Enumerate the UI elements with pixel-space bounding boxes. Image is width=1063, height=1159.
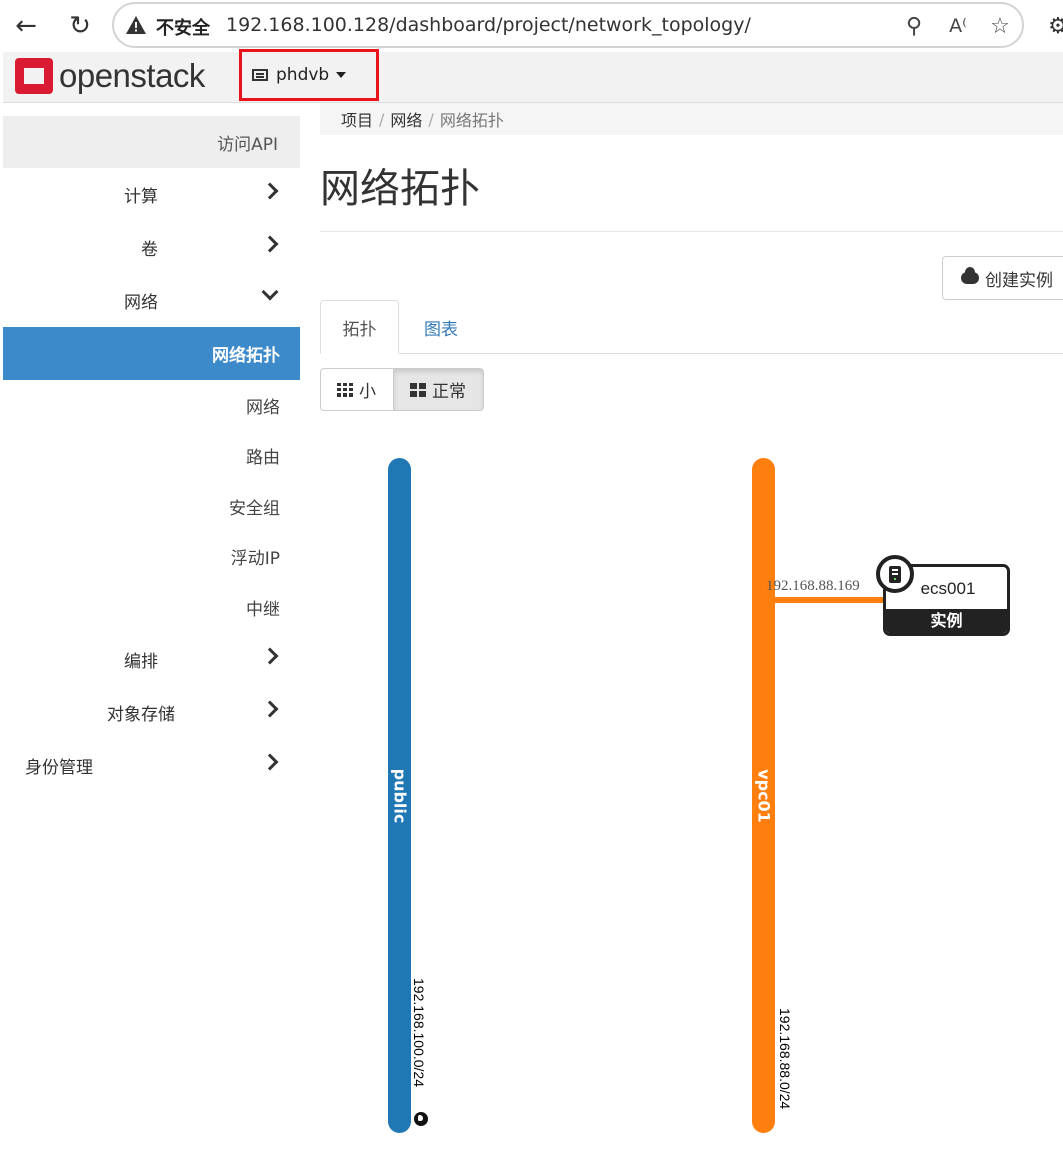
sidebar-item-label: 浮动IP bbox=[230, 549, 280, 570]
sidebar-item-label: 编排 bbox=[124, 651, 158, 672]
view-normal-button[interactable]: 正常 bbox=[394, 368, 484, 411]
instance-name: ecs001 bbox=[920, 579, 976, 598]
page-title: 网络拓扑 bbox=[320, 166, 480, 212]
topology-canvas: public 192.168.100.0/24 vpc01 192.168.88… bbox=[320, 440, 1063, 1159]
chevron-right-icon bbox=[261, 700, 279, 717]
extensions-icon[interactable]: ⚙ bbox=[1040, 8, 1063, 44]
breadcrumb-item-network[interactable]: 网络 bbox=[390, 107, 422, 131]
caret-down-icon bbox=[336, 72, 347, 78]
create-instance-button[interactable]: 创建实例 bbox=[942, 256, 1063, 300]
view-size-toggle: 小 正常 bbox=[320, 368, 484, 411]
browser-toolbar: ← ↻ 不安全 192.168.100.128/dashboard/projec… bbox=[0, 0, 1063, 52]
project-name: phdvb bbox=[276, 65, 330, 85]
tab-bar: 拓扑 图表 bbox=[320, 300, 1063, 354]
read-aloud-icon[interactable]: A⁽ bbox=[944, 12, 972, 40]
sidebar-item-api-access[interactable]: 访问API bbox=[3, 116, 300, 168]
warning-icon bbox=[126, 16, 146, 34]
sidebar-item-trunks[interactable]: 中继 bbox=[3, 582, 300, 633]
sidebar-item-security-groups[interactable]: 安全组 bbox=[3, 481, 300, 532]
create-instance-label: 创建实例 bbox=[985, 270, 1053, 291]
network-name: public bbox=[390, 768, 409, 824]
tab-graph[interactable]: 图表 bbox=[410, 300, 472, 354]
sidebar-group-identity[interactable]: 身份管理 bbox=[3, 739, 300, 792]
network-cidr: 192.168.100.0/24 bbox=[411, 978, 427, 1087]
sidebar-group-volumes[interactable]: 卷 bbox=[3, 221, 300, 274]
cloud-upload-icon bbox=[961, 267, 979, 284]
divider bbox=[320, 231, 1063, 232]
grid-large-icon bbox=[410, 382, 426, 397]
sidebar-item-label: 对象存储 bbox=[107, 704, 175, 725]
view-small-button[interactable]: 小 bbox=[320, 368, 394, 411]
breadcrumb: 项目 / 网络 / 网络拓扑 bbox=[320, 103, 1063, 135]
sidebar-item-routers[interactable]: 路由 bbox=[3, 431, 300, 482]
port-link[interactable] bbox=[775, 597, 887, 603]
grid-small-icon bbox=[337, 382, 353, 397]
sidebar-item-label: 网络 bbox=[124, 293, 158, 313]
chevron-right-icon bbox=[261, 235, 279, 253]
sidebar-item-label: 路由 bbox=[246, 448, 280, 469]
breadcrumb-separator: / bbox=[379, 109, 385, 129]
url-text[interactable]: 192.168.100.128/dashboard/project/networ… bbox=[226, 14, 751, 36]
chevron-down-icon bbox=[261, 283, 279, 301]
insecure-label: 不安全 bbox=[156, 18, 210, 39]
sidebar-item-label: 网络 bbox=[246, 397, 280, 418]
sidebar: 访问API 计算 卷 网络 网络拓扑 网络 路由 安全组 浮动IP 中继 编排 … bbox=[3, 116, 300, 792]
favorite-star-icon[interactable]: ☆ bbox=[986, 12, 1014, 40]
openstack-logo[interactable]: openstack bbox=[15, 57, 205, 95]
view-normal-label: 正常 bbox=[432, 382, 466, 402]
sidebar-item-label: 网络拓扑 bbox=[212, 346, 280, 366]
chevron-right-icon bbox=[261, 647, 279, 664]
globe-icon bbox=[414, 1112, 428, 1126]
chevron-right-icon bbox=[261, 753, 279, 770]
reload-icon[interactable]: ↻ bbox=[62, 8, 98, 44]
sidebar-item-label: 计算 bbox=[124, 187, 158, 207]
network-cidr: 192.168.88.0/24 bbox=[777, 1008, 793, 1110]
breadcrumb-item-project[interactable]: 项目 bbox=[341, 107, 373, 131]
sidebar-group-network[interactable]: 网络 bbox=[3, 274, 300, 327]
port-ip-label: 192.168.88.169 bbox=[766, 578, 860, 594]
instance-type-label: 实例 bbox=[886, 609, 1007, 633]
sidebar-group-orchestration[interactable]: 编排 bbox=[3, 633, 300, 686]
breadcrumb-item-current: 网络拓扑 bbox=[439, 111, 504, 130]
project-selector[interactable]: phdvb bbox=[239, 49, 379, 101]
project-list-icon bbox=[252, 69, 268, 81]
sidebar-group-object-store[interactable]: 对象存储 bbox=[3, 686, 300, 739]
logo-text: openstack bbox=[59, 57, 205, 94]
back-arrow-icon[interactable]: ← bbox=[8, 8, 44, 44]
instance-node[interactable]: ecs001 实例 bbox=[876, 555, 1010, 636]
openstack-logo-mark bbox=[15, 58, 53, 94]
sidebar-group-compute[interactable]: 计算 bbox=[3, 168, 300, 221]
view-small-label: 小 bbox=[359, 382, 376, 402]
address-bar[interactable]: 不安全 192.168.100.128/dashboard/project/ne… bbox=[112, 2, 1024, 48]
chevron-right-icon bbox=[261, 182, 279, 200]
network-name: vpc01 bbox=[754, 769, 773, 823]
tab-topology[interactable]: 拓扑 bbox=[320, 300, 399, 354]
breadcrumb-separator: / bbox=[428, 109, 434, 129]
sidebar-item-label: 访问API bbox=[217, 134, 278, 155]
sidebar-item-label: 安全组 bbox=[229, 498, 280, 519]
sidebar-item-networks[interactable]: 网络 bbox=[3, 380, 300, 431]
dashboard-header: openstack phdvb bbox=[3, 49, 1063, 103]
sidebar-item-label: 身份管理 bbox=[25, 757, 93, 778]
zoom-out-icon[interactable]: ⚲ bbox=[900, 12, 928, 40]
network-vpc01[interactable]: vpc01 bbox=[752, 458, 775, 1133]
sidebar-item-floating-ips[interactable]: 浮动IP bbox=[3, 532, 300, 583]
sidebar-item-label: 中继 bbox=[246, 599, 280, 620]
sidebar-item-network-topology[interactable]: 网络拓扑 bbox=[3, 327, 300, 380]
network-public[interactable]: public bbox=[388, 458, 411, 1133]
sidebar-item-label: 卷 bbox=[141, 240, 158, 260]
